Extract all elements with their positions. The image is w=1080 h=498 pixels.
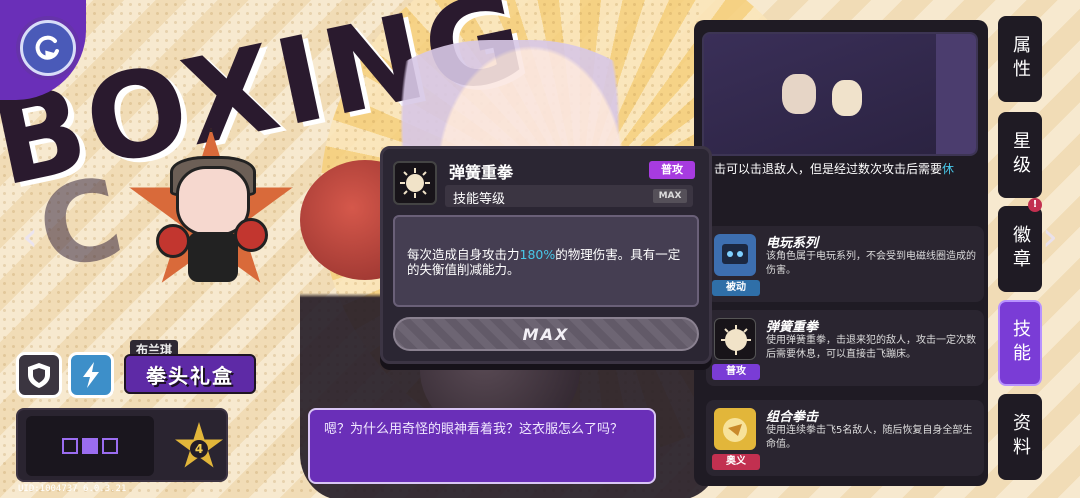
chibi-character-badge <box>126 128 296 298</box>
skill-badge: 奥义 <box>712 454 760 470</box>
tab-profile[interactable]: 资料 <box>998 394 1042 480</box>
previous-character-arrow-icon[interactable]: ‹ <box>22 214 38 260</box>
equipment-preview <box>26 416 154 476</box>
defense-type-button[interactable] <box>16 352 62 398</box>
slot-square-icon <box>62 438 78 454</box>
tab-attributes[interactable]: 属性 <box>998 16 1042 102</box>
skill-description: 使用连续拳击飞5名敌人，随后恢复自身全部生命值。 <box>766 425 973 450</box>
skill-description: 使用弹簧重拳，击退来犯的敌人，攻击一定次数后需要休息，可以直接击飞蹦床。 <box>766 335 976 360</box>
popup-level-label: 技能等级 <box>453 192 506 207</box>
combo-icon <box>714 408 756 450</box>
skill-preview-desc-text: 击可以击退敌人，但是经过数次攻击后需要 <box>714 162 943 176</box>
popup-level-bar: 技能等级 MAX <box>445 185 693 207</box>
popup-description: 每次造成自身攻击力180%的物理伤害。具有一定的失衡值削减能力。 <box>393 215 699 307</box>
rank-number: 4 <box>190 440 208 458</box>
gamepad-icon <box>714 234 756 276</box>
lightning-icon <box>83 362 99 388</box>
element-type-button[interactable] <box>68 352 114 398</box>
preview-character-2 <box>832 80 862 116</box>
popup-desc-prefix: 每次造成自身攻击力 <box>407 247 520 262</box>
chibi-glove-right <box>234 218 268 252</box>
preview-wall <box>936 34 976 154</box>
equipment-slot[interactable]: 4 <box>16 408 228 482</box>
character-item-title: 拳头礼盒 <box>124 354 256 394</box>
tab-badges[interactable]: 徽章 <box>998 206 1042 292</box>
popup-type-badge: 普攻 <box>649 161 695 179</box>
skill-preview-video[interactable] <box>702 32 978 156</box>
skill-description: 该角色属于电玩系列，不会受到电磁线圈造成的伤害。 <box>766 251 976 276</box>
character-dialogue: 嗯？为什么用奇怪的眼神看着我？这衣服怎么了吗？ <box>308 408 656 484</box>
popup-desc-highlight: 180% <box>519 247 556 262</box>
back-arrow-icon <box>35 35 59 60</box>
skill-row-normal-attack[interactable]: 普攻 弹簧重拳 使用弹簧重拳，击退来犯的敌人，攻击一定次数后需要休息，可以直接击… <box>706 310 984 386</box>
popup-skill-name: 弹簧重拳 <box>449 163 514 182</box>
slot-square-icon <box>102 438 118 454</box>
skill-detail-popup: 弹簧重拳 普攻 技能等级 MAX 每次造成自身攻击力180%的物理伤害。具有一定… <box>380 146 712 364</box>
skill-badge: 被动 <box>712 280 760 296</box>
skill-name: 电玩系列 <box>766 236 819 251</box>
max-level-button[interactable]: MAX <box>393 317 699 351</box>
skill-row-ultimate[interactable]: 奥义 组合拳击 使用连续拳击飞5名敌人，随后恢复自身全部生命值。 <box>706 400 984 476</box>
skill-preview-description: 击可以击退敌人，但是经过数次攻击后需要休 <box>714 160 976 177</box>
skill-row-passive[interactable]: 被动 电玩系列 该角色属于电玩系列，不会受到电磁线圈造成的伤害。 <box>706 226 984 302</box>
preview-character-1 <box>782 74 816 114</box>
shield-icon <box>28 363 50 388</box>
punch-icon <box>714 318 756 360</box>
notification-badge: ! <box>1028 198 1042 212</box>
back-button[interactable] <box>20 20 76 76</box>
tab-stars[interactable]: 星级 <box>998 112 1042 198</box>
chibi-glove-left <box>156 224 190 258</box>
skill-name: 弹簧重拳 <box>766 320 819 335</box>
skill-badge: 普攻 <box>712 364 760 380</box>
slot-square-filled-icon <box>82 438 98 454</box>
chibi-body <box>188 232 238 282</box>
side-tabs: 属性 星级 徽章 技能 资料 ! <box>996 0 1046 498</box>
uid-version-text: UID:1004737 6.0.3.21 <box>18 484 127 494</box>
skill-name: 组合拳击 <box>766 410 819 425</box>
punch-icon <box>393 161 437 205</box>
tab-skills[interactable]: 技能 <box>998 300 1042 386</box>
skill-preview-desc-highlight: 休 <box>942 162 955 176</box>
popup-level-max-badge: MAX <box>653 189 687 203</box>
